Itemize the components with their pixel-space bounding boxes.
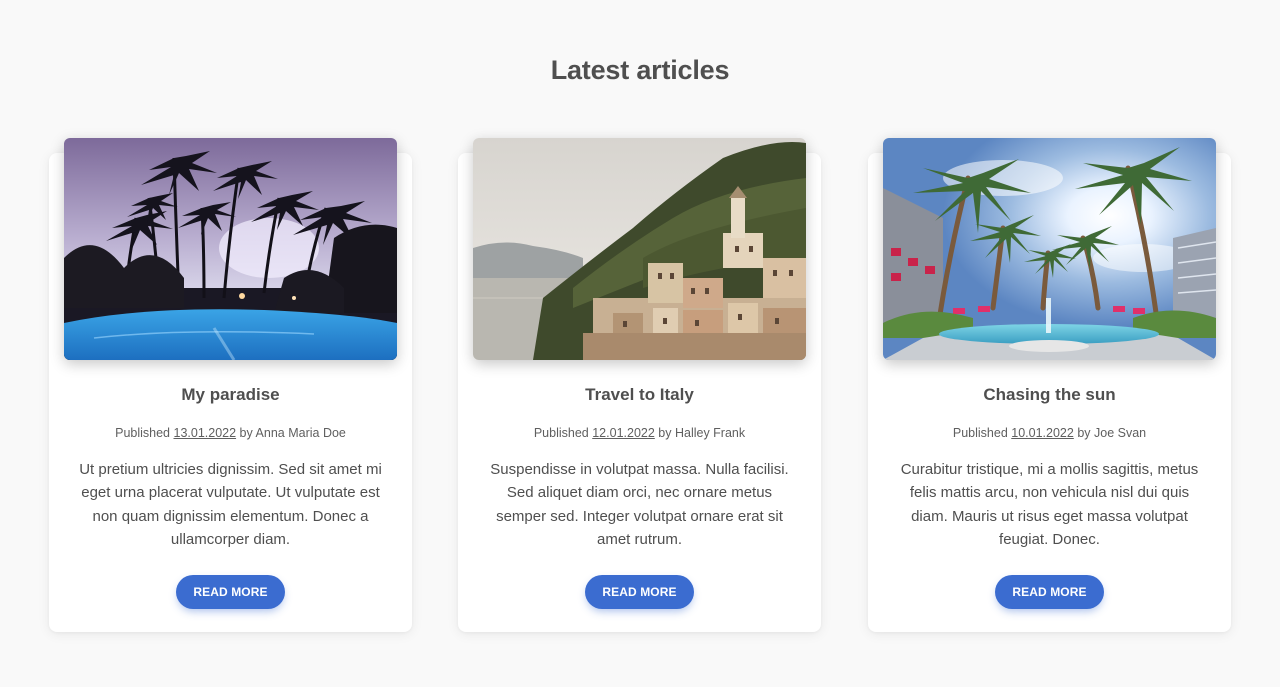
article-excerpt: Curabitur tristique, mi a mollis sagitti…	[900, 461, 1199, 548]
author-name: Halley Frank	[674, 426, 746, 440]
read-more-button[interactable]: READ MORE	[176, 575, 285, 609]
article-image-paradise[interactable]	[64, 138, 397, 360]
paradise-photo	[64, 138, 397, 360]
article-card-travel-to-italy: Travel to Italy Published 12.01.2022 by …	[458, 138, 821, 632]
article-title[interactable]: Travel to Italy	[458, 385, 821, 405]
by-label: by	[658, 426, 672, 440]
publish-date-link[interactable]: 10.01.2022	[1011, 426, 1074, 440]
published-label: Published	[115, 426, 171, 440]
italy-photo	[473, 138, 806, 360]
read-more-button[interactable]: READ MORE	[585, 575, 694, 609]
read-more-button[interactable]: READ MORE	[995, 575, 1104, 609]
author-name: Anna Maria Doe	[255, 426, 346, 440]
article-excerpt: Ut pretium ultricies dignissim. Sed sit …	[79, 461, 382, 548]
article-meta: Published 10.01.2022 by Joe Svan	[868, 426, 1231, 440]
article-meta: Published 13.01.2022 by Anna Maria Doe	[49, 426, 412, 440]
article-excerpt: Suspendisse in volutpat massa. Nulla fac…	[490, 461, 789, 548]
page: Latest articles My paradise Published 13…	[0, 0, 1280, 687]
article-title[interactable]: My paradise	[49, 385, 412, 405]
publish-date-link[interactable]: 12.01.2022	[592, 426, 655, 440]
sun-photo	[883, 138, 1216, 360]
section-title: Latest articles	[550, 55, 730, 85]
article-card-my-paradise: My paradise Published 13.01.2022 by Anna…	[49, 138, 412, 632]
article-title[interactable]: Chasing the sun	[868, 385, 1231, 405]
article-meta: Published 12.01.2022 by Halley Frank	[458, 426, 821, 440]
article-card-chasing-the-sun: Chasing the sun Published 10.01.2022 by …	[868, 138, 1231, 632]
article-image-sun[interactable]	[883, 138, 1216, 360]
by-label: by	[239, 426, 253, 440]
publish-date-link[interactable]: 13.01.2022	[174, 426, 237, 440]
by-label: by	[1077, 426, 1091, 440]
published-label: Published	[952, 426, 1008, 440]
article-image-italy[interactable]	[473, 138, 806, 360]
author-name: Joe Svan	[1094, 426, 1147, 440]
published-label: Published	[533, 426, 589, 440]
